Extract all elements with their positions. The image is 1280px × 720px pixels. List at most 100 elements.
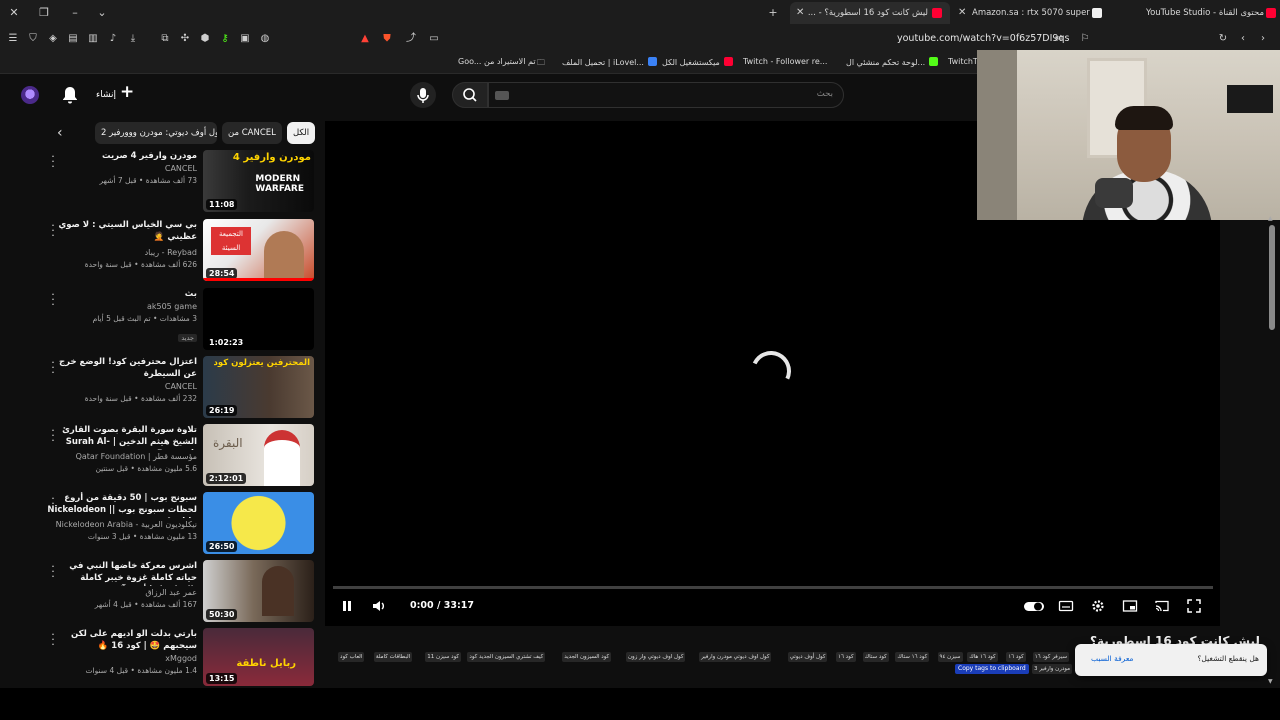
- video-tag[interactable]: كود السيزون الجديد: [562, 652, 612, 662]
- pause-button[interactable]: [339, 598, 355, 614]
- list-item[interactable]: · · · بث ak505 game 3 مشاهدات • تم البث قب…: [40, 288, 316, 352]
- bookmark-twitch-follower[interactable]: Twitch - Follower re...: [743, 57, 827, 66]
- video-title[interactable]: اعتزال محترفين كود! الوضع خرج عن السيطرة: [47, 356, 197, 380]
- video-tag[interactable]: سيرفر كود ١٦: [1032, 652, 1070, 662]
- back-icon[interactable]: ‹: [1236, 32, 1250, 46]
- scroll-up-icon[interactable]: ▲: [1268, 215, 1273, 222]
- video-tag[interactable]: العاب كود: [338, 652, 365, 662]
- channel-name[interactable]: نيكلوديون العربية - Nickelodeon Arabia: [47, 519, 197, 531]
- list-item[interactable]: · · · اشرس معركة خاضها النبي في حياته كامل…: [40, 560, 316, 624]
- video-tag[interactable]: كود ١٦ ستاك: [895, 652, 930, 662]
- key-icon[interactable]: ⚷: [218, 32, 232, 46]
- video-thumbnail[interactable]: البقرة 2:12:01: [203, 424, 314, 486]
- channel-name[interactable]: مؤسسة قطر | Qatar Foundation: [47, 451, 197, 463]
- video-title[interactable]: تلاوة سورة البقرة بصوت القارئ الشيخ هيثم…: [47, 424, 197, 450]
- video-title[interactable]: سبونج بوب | 50 دقيقة من أروع لحظات سبونج…: [47, 492, 197, 518]
- list-item[interactable]: · · · تلاوة سورة البقرة بصوت القارئ الشيخ …: [40, 424, 316, 488]
- video-title[interactable]: بي سي الخياس السيتي : لا صوي عظيني 🤦: [47, 219, 197, 243]
- list-item[interactable]: · · · مودرن وارفير 4 صريت CANCEL 73 ألف مش…: [40, 150, 316, 214]
- chip-cod-mw2[interactable]: كول أوف ديوتي: مودرن ووورفير 2: [95, 122, 217, 144]
- video-tag[interactable]: كيف تشتري السيزون الجديد كود: [467, 652, 546, 662]
- video-title[interactable]: بارتي بدلت الو اديهم على لكن سيحبهم 🤩 | …: [47, 628, 197, 652]
- minimize-window-icon[interactable]: –: [67, 5, 83, 21]
- subtitles-button[interactable]: [1058, 598, 1074, 614]
- settings-button[interactable]: [1090, 598, 1106, 614]
- address-bar-url[interactable]: youtube.com/watch?v=0f6z57DI9qs: [897, 33, 1069, 44]
- channel-name[interactable]: ak505 game: [47, 301, 197, 313]
- video-thumbnail[interactable]: 26:50: [203, 492, 314, 554]
- bookmark-icon[interactable]: ⚐: [1078, 32, 1092, 46]
- learn-why-link[interactable]: معرفة السبب: [1091, 654, 1133, 663]
- scrollbar-thumb[interactable]: [1269, 225, 1275, 330]
- reader-icon[interactable]: ▭: [427, 32, 441, 46]
- forward-icon[interactable]: ›: [1256, 32, 1270, 46]
- screenshot-icon[interactable]: ⧉: [158, 32, 172, 46]
- video-tag[interactable]: سيزن ٩٤: [937, 652, 963, 662]
- search-input[interactable]: بحث: [488, 82, 844, 108]
- voice-search-button[interactable]: [410, 82, 436, 108]
- video-tag[interactable]: كود ١٦: [836, 652, 856, 662]
- globe-icon[interactable]: ◍: [258, 32, 272, 46]
- volume-button[interactable]: [371, 598, 387, 614]
- list-item[interactable]: · · · بارتي بدلت الو اديهم على لكن سيحبهم …: [40, 628, 316, 692]
- tab-youtube-studio[interactable]: محتوى القناة - YouTube Studio: [1114, 2, 1280, 24]
- tab-amazon[interactable]: ✕ Amazon.sa : rtx 5070 super: [952, 2, 1112, 24]
- miniplayer-button[interactable]: [1122, 598, 1138, 614]
- video-tag[interactable]: كود سيزن 11: [425, 652, 462, 662]
- video-thumbnail[interactable]: مودرن وارفير 4 MODERN WARFARE 11:08: [203, 150, 314, 212]
- video-tag[interactable]: كول أوف ديوتي: [787, 652, 828, 662]
- avatar[interactable]: [21, 86, 39, 104]
- adblock-icon[interactable]: ⬢: [198, 32, 212, 46]
- bookmark-imported[interactable]: Goo... تم الاستيراد من: [458, 57, 536, 66]
- video-tag[interactable]: مودرن وارفير 3: [1032, 664, 1073, 674]
- brave-shield-icon[interactable]: ⛊: [380, 32, 394, 46]
- list-item[interactable]: · · · بي سي الخياس السيتي : لا صوي عظيني 🤦…: [40, 219, 316, 283]
- video-thumbnail[interactable]: التجميعة السيئة 28:54: [203, 219, 314, 281]
- share-icon[interactable]: ⤴: [404, 32, 418, 46]
- video-title[interactable]: بث: [47, 288, 197, 300]
- channel-name[interactable]: عمر عبد الرزاق: [47, 587, 197, 599]
- music-icon[interactable]: ♪: [106, 32, 120, 46]
- scroll-down-icon[interactable]: ▼: [1268, 678, 1273, 685]
- image-icon[interactable]: ▣: [238, 32, 252, 46]
- site-settings-icon[interactable]: ⇌: [1052, 32, 1066, 46]
- alert-triangle-icon[interactable]: ▲: [358, 32, 372, 46]
- video-tag[interactable]: كول اوف ديوتي مودرن وارفير: [699, 652, 772, 662]
- bookmark-mix[interactable]: ميكستشغيل الكل: [662, 57, 733, 67]
- video-thumbnail[interactable]: 1:02:23: [203, 288, 314, 350]
- copy-tags-button[interactable]: Copy tags to clipboard: [955, 664, 1029, 674]
- search-button[interactable]: [452, 82, 488, 108]
- channel-name[interactable]: CANCEL: [47, 163, 197, 175]
- channel-name[interactable]: xMggod: [47, 653, 197, 665]
- restore-window-icon[interactable]: ❐: [36, 5, 52, 21]
- close-tab-icon[interactable]: ✕: [796, 2, 804, 24]
- tab-list-chevron-icon[interactable]: ⌄: [94, 5, 110, 21]
- channel-name[interactable]: CANCEL: [47, 381, 197, 393]
- close-tab-icon[interactable]: ✕: [958, 2, 966, 24]
- keyboard-icon[interactable]: [495, 91, 509, 100]
- close-window-icon[interactable]: ✕: [6, 5, 22, 21]
- bookmark-creator-dashboard[interactable]: لوحة تحكم منشئي ال...: [846, 57, 939, 67]
- list-item[interactable]: · · · سبونج بوب | 50 دقيقة من أروع لحظات س…: [40, 492, 316, 556]
- video-tag[interactable]: البطاقات كاملة: [373, 652, 413, 662]
- autoplay-toggle[interactable]: [1023, 598, 1045, 614]
- fullscreen-button[interactable]: [1186, 598, 1202, 614]
- tab-active-video[interactable]: ✕ ليش كانت كود 16 اسطورية؟ - ...: [790, 2, 950, 24]
- sidebar-icon[interactable]: ▥: [86, 32, 100, 46]
- extension-icon[interactable]: ◈: [46, 32, 60, 46]
- shield-icon[interactable]: ⛉: [26, 32, 40, 46]
- video-tag[interactable]: كود ١٦ هاك: [967, 652, 998, 662]
- cast-button[interactable]: [1154, 598, 1170, 614]
- chip-all[interactable]: الكل: [287, 122, 316, 144]
- video-tag[interactable]: كول اوف ديوتي وار زون: [626, 652, 686, 662]
- video-thumbnail[interactable]: المحترفين يعتزلون كود 26:19: [203, 356, 314, 418]
- video-tag[interactable]: كود ١٦: [1006, 652, 1026, 662]
- video-title[interactable]: مودرن وارفير 4 صريت: [47, 150, 197, 162]
- folder-icon[interactable]: 🗀: [537, 57, 545, 71]
- new-tab-icon[interactable]: +: [765, 5, 781, 21]
- download-icon[interactable]: ⤓: [126, 32, 140, 46]
- menu-icon[interactable]: ☰: [6, 32, 20, 46]
- chip-from-cancel[interactable]: من CANCEL: [222, 122, 282, 144]
- video-tag[interactable]: كود ستاك: [862, 652, 889, 662]
- list-item[interactable]: · · · اعتزال محترفين كود! الوضع خرج عن الس…: [40, 356, 316, 420]
